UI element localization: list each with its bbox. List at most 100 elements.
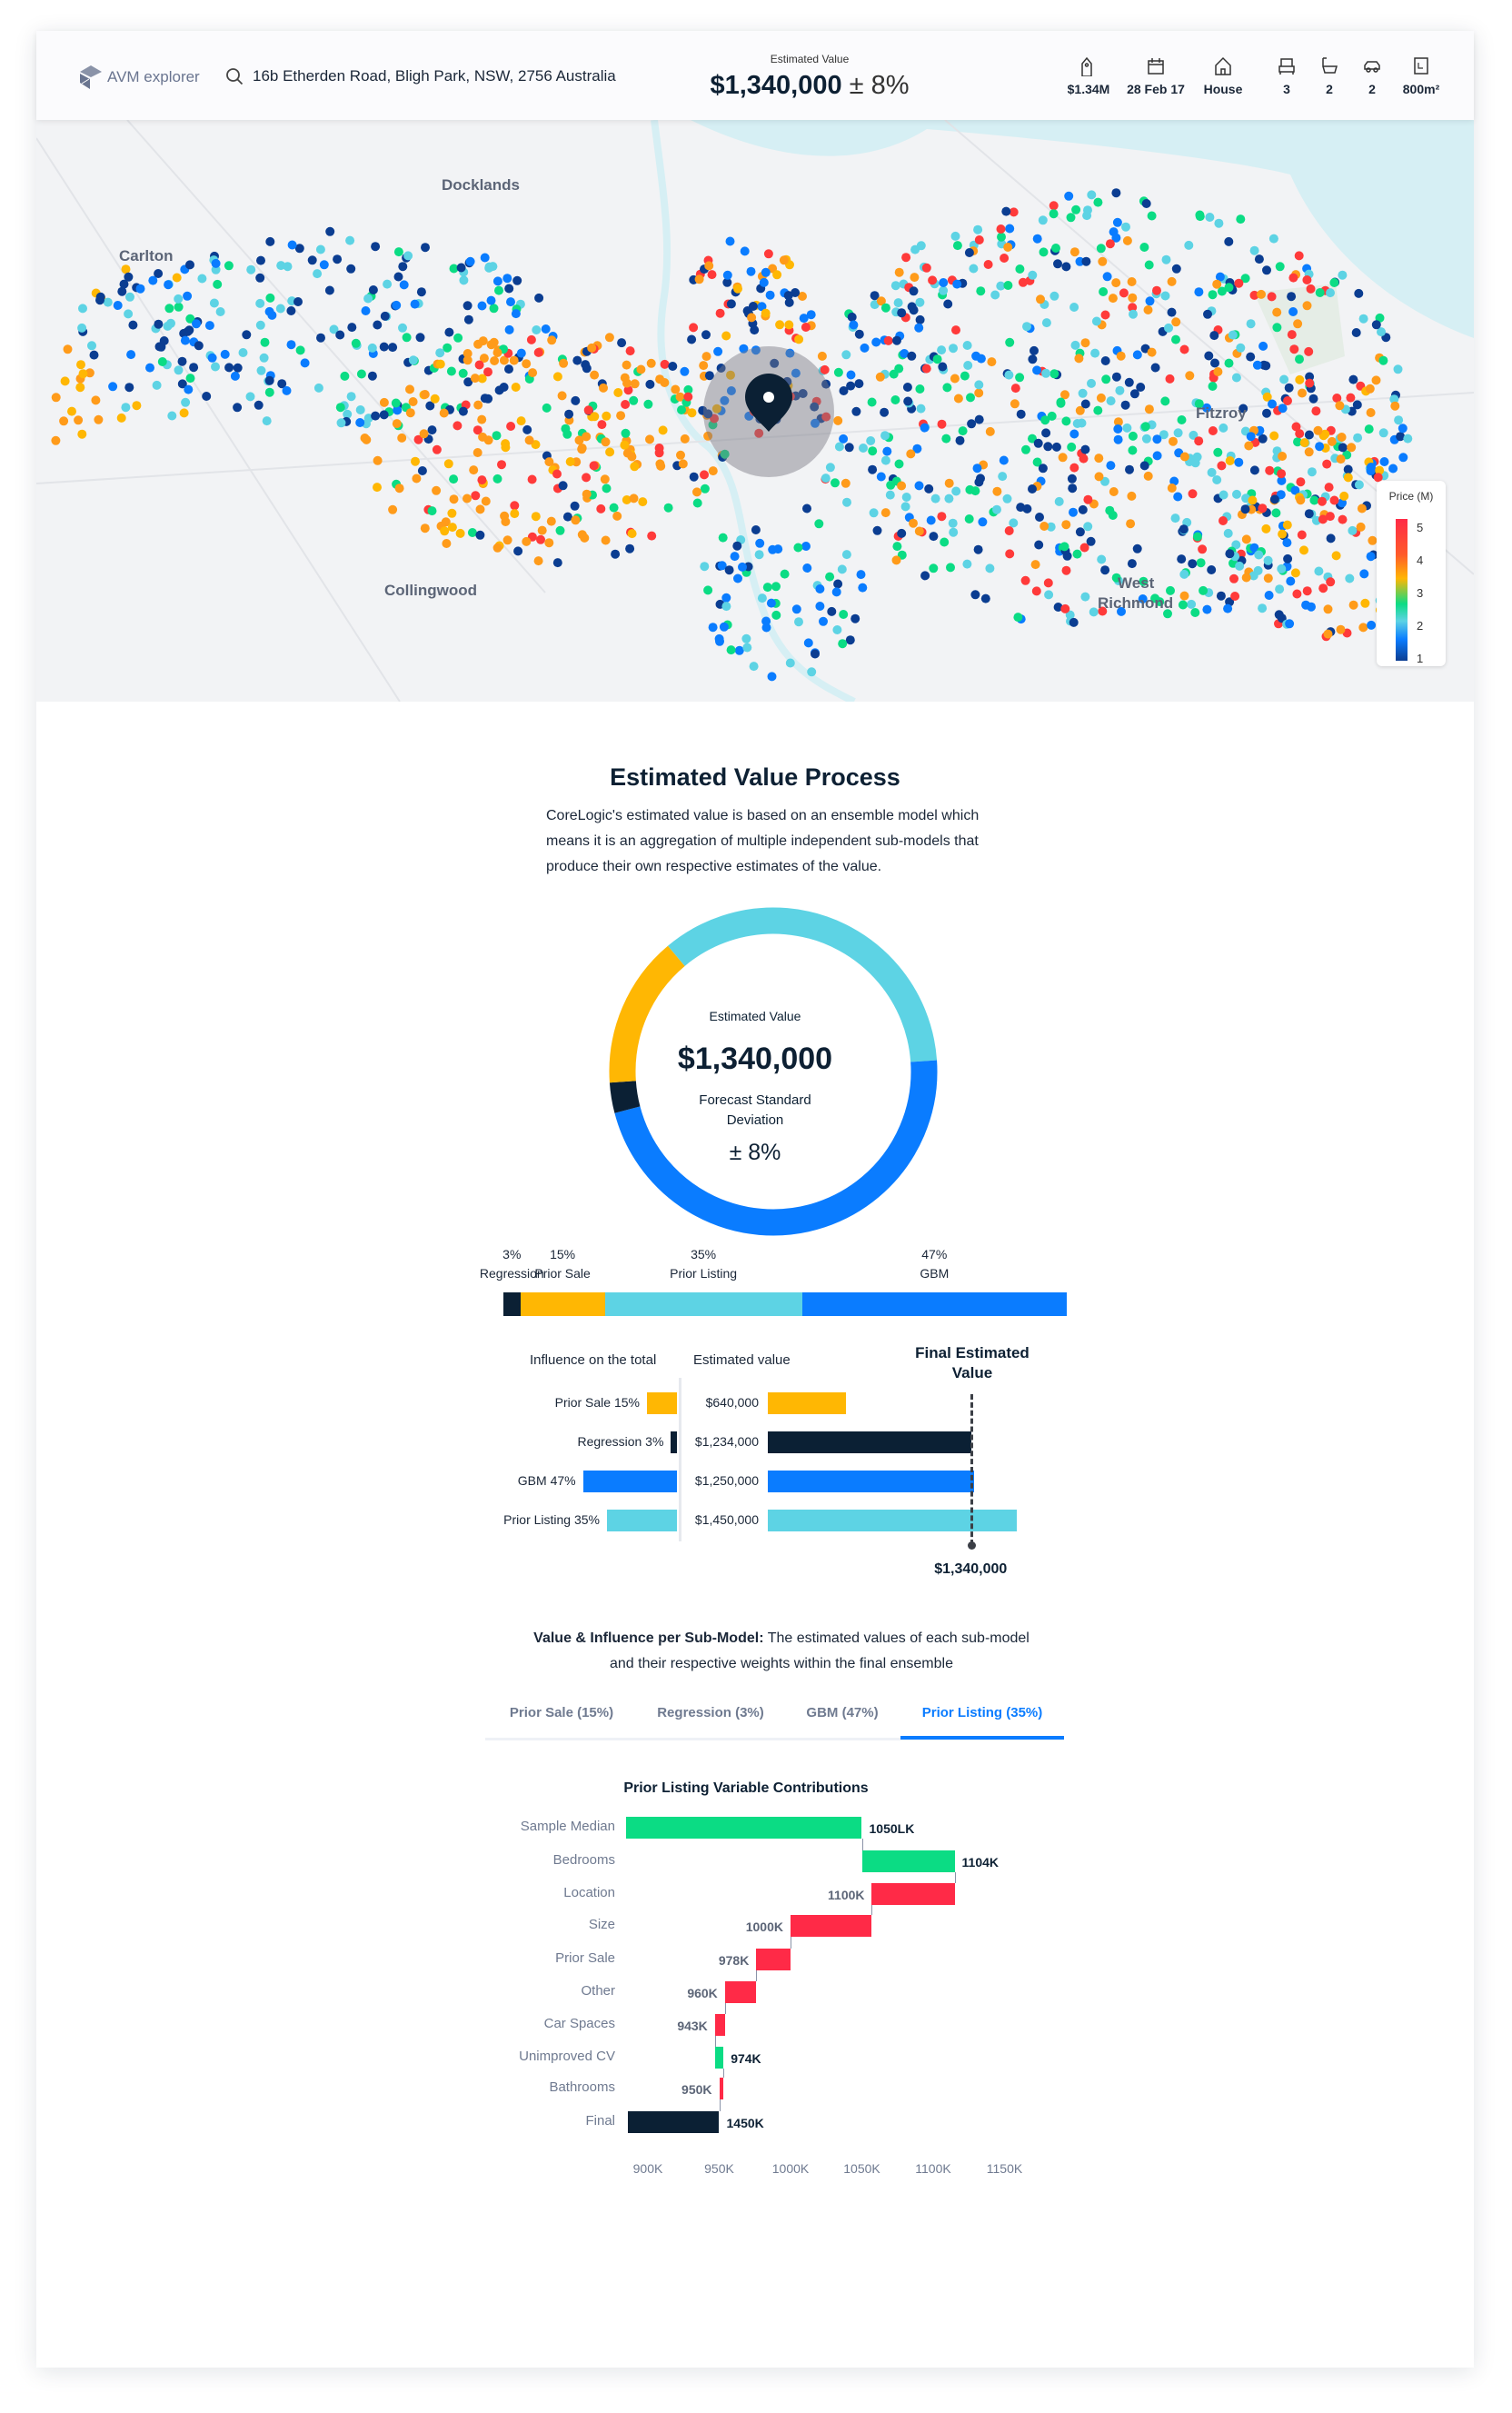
property-marker[interactable] [837, 564, 847, 574]
property-marker[interactable] [246, 264, 256, 274]
property-marker[interactable] [740, 246, 750, 256]
property-marker[interactable] [209, 298, 219, 308]
address-search[interactable]: 16b Etherden Road, Bligh Park, NSW, 2756… [225, 67, 616, 85]
property-marker[interactable] [1080, 399, 1090, 409]
property-marker[interactable] [442, 539, 452, 548]
property-marker[interactable] [1002, 494, 1012, 504]
tab-prior-listing[interactable]: Prior Listing (35%) [922, 1705, 1043, 1720]
property-marker[interactable] [715, 308, 725, 318]
property-marker[interactable] [1173, 492, 1183, 502]
property-marker[interactable] [552, 372, 562, 382]
property-marker[interactable] [552, 469, 562, 479]
property-marker[interactable] [604, 333, 614, 343]
property-marker[interactable] [1393, 364, 1403, 374]
property-marker[interactable] [513, 546, 523, 556]
property-marker[interactable] [1275, 262, 1285, 272]
property-marker[interactable] [1236, 214, 1246, 224]
property-marker[interactable] [660, 359, 670, 369]
property-marker[interactable] [1087, 190, 1097, 200]
property-marker[interactable] [179, 408, 189, 418]
property-marker[interactable] [1277, 563, 1287, 573]
property-marker[interactable] [1127, 559, 1137, 569]
property-marker[interactable] [172, 273, 182, 283]
property-marker[interactable] [841, 350, 851, 360]
property-marker[interactable] [734, 645, 744, 655]
property-marker[interactable] [558, 481, 568, 491]
property-marker[interactable] [825, 463, 835, 473]
property-marker[interactable] [964, 248, 974, 257]
property-marker[interactable] [1071, 204, 1081, 214]
property-marker[interactable] [871, 337, 881, 347]
property-marker[interactable] [511, 309, 521, 319]
property-marker[interactable] [439, 408, 449, 418]
property-marker[interactable] [1296, 495, 1306, 505]
property-marker[interactable] [571, 395, 581, 405]
property-marker[interactable] [313, 269, 323, 279]
property-marker[interactable] [1324, 483, 1334, 493]
property-marker[interactable] [480, 253, 490, 263]
property-marker[interactable] [116, 413, 126, 423]
property-marker[interactable] [854, 329, 864, 339]
property-marker[interactable] [546, 516, 556, 526]
property-marker[interactable] [408, 355, 418, 365]
property-marker[interactable] [721, 593, 731, 603]
property-marker[interactable] [910, 273, 920, 283]
property-marker[interactable] [907, 351, 917, 361]
property-marker[interactable] [897, 308, 907, 318]
property-marker[interactable] [453, 333, 463, 343]
property-marker[interactable] [689, 472, 699, 482]
property-marker[interactable] [1069, 463, 1079, 473]
property-marker[interactable] [1217, 461, 1227, 471]
property-marker[interactable] [379, 397, 389, 407]
property-marker[interactable] [403, 251, 413, 261]
property-marker[interactable] [484, 263, 494, 273]
property-marker[interactable] [1031, 586, 1041, 596]
property-marker[interactable] [420, 390, 430, 399]
property-marker[interactable] [694, 274, 704, 284]
property-marker[interactable] [51, 435, 61, 445]
property-marker[interactable] [1322, 459, 1332, 469]
property-marker[interactable] [506, 422, 516, 431]
property-marker[interactable] [557, 391, 567, 401]
property-marker[interactable] [909, 518, 918, 528]
property-marker[interactable] [939, 285, 949, 295]
property-marker[interactable] [771, 582, 781, 592]
property-marker[interactable] [759, 277, 769, 287]
property-marker[interactable] [126, 350, 136, 360]
property-marker[interactable] [794, 334, 804, 344]
property-marker[interactable] [974, 414, 984, 424]
property-marker[interactable] [714, 633, 724, 643]
property-marker[interactable] [255, 320, 265, 330]
property-marker[interactable] [746, 266, 756, 276]
property-marker[interactable] [621, 428, 631, 438]
property-marker[interactable] [909, 286, 919, 296]
property-marker[interactable] [152, 380, 162, 390]
property-marker[interactable] [946, 563, 955, 573]
property-marker[interactable] [801, 542, 811, 551]
property-marker[interactable] [174, 302, 184, 312]
property-marker[interactable] [124, 383, 134, 393]
property-marker[interactable] [497, 460, 506, 470]
property-marker[interactable] [992, 486, 1002, 496]
property-marker[interactable] [966, 393, 975, 403]
property-marker[interactable] [1160, 291, 1170, 301]
property-marker[interactable] [1120, 400, 1130, 410]
property-marker[interactable] [765, 290, 775, 300]
property-marker[interactable] [346, 392, 356, 402]
property-marker[interactable] [502, 535, 512, 545]
property-marker[interactable] [833, 415, 843, 425]
property-marker[interactable] [750, 325, 760, 335]
property-marker[interactable] [625, 346, 635, 356]
property-marker[interactable] [1258, 341, 1268, 351]
property-marker[interactable] [938, 362, 948, 372]
property-marker[interactable] [516, 416, 526, 426]
property-marker[interactable] [233, 403, 243, 413]
property-marker[interactable] [256, 255, 265, 265]
property-marker[interactable] [941, 434, 951, 444]
property-marker[interactable] [276, 261, 286, 271]
property-marker[interactable] [974, 388, 984, 398]
property-marker[interactable] [1275, 584, 1285, 594]
property-marker[interactable] [761, 267, 771, 277]
property-marker[interactable] [960, 371, 970, 381]
property-marker[interactable] [897, 528, 907, 538]
